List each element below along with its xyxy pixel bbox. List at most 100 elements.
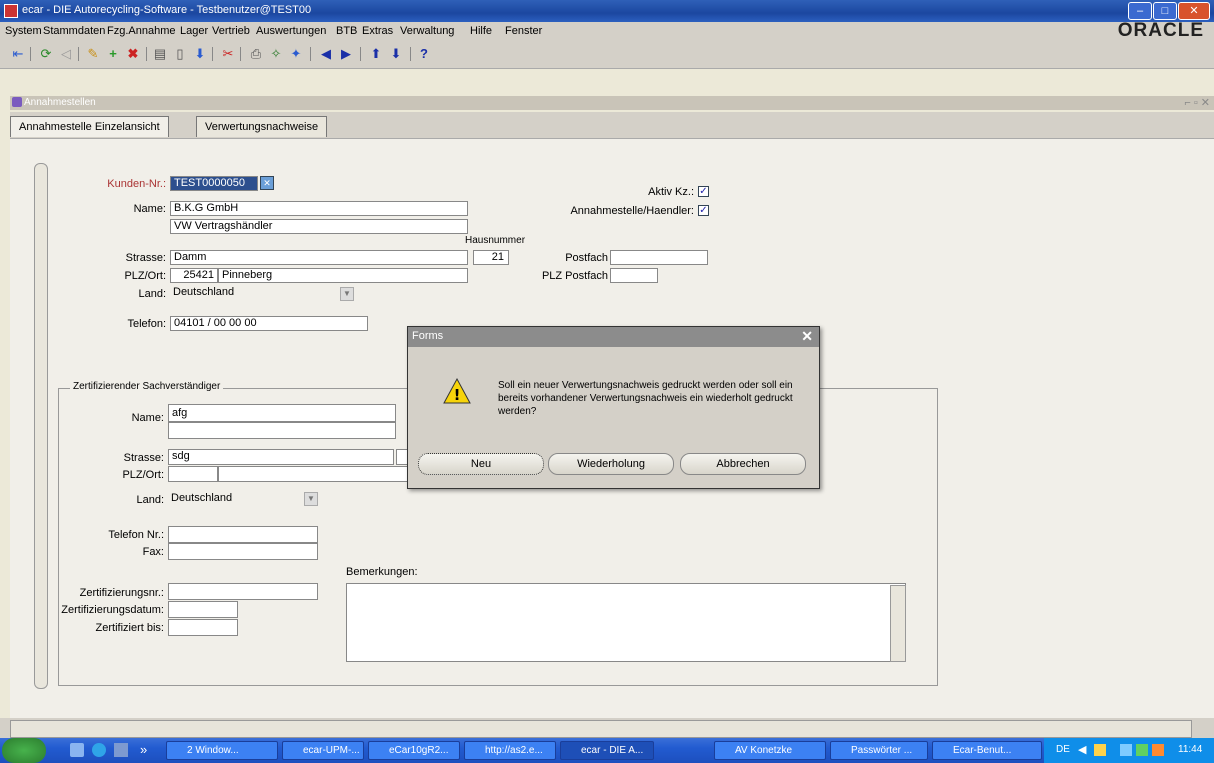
tray-security-icon[interactable] — [1136, 744, 1148, 756]
zert-telefon-field[interactable] — [168, 526, 318, 543]
menu-fenster[interactable]: Fenster — [505, 25, 542, 37]
tray-network-icon[interactable] — [1120, 744, 1132, 756]
refresh-icon[interactable]: ⟳ — [38, 46, 54, 62]
show-desktop-icon[interactable] — [70, 743, 84, 757]
zert-ort-field[interactable] — [218, 466, 408, 482]
prev-icon[interactable]: ◀ — [318, 46, 334, 62]
dialog-titlebar[interactable]: Forms ✕ — [408, 327, 819, 347]
zert-plz-ort-label: PLZ/Ort: — [122, 469, 164, 481]
tray-expand-icon[interactable]: ◀ — [1078, 743, 1086, 756]
lookup-icon[interactable]: ✕ — [260, 176, 274, 190]
zert-plz-field[interactable] — [168, 466, 218, 482]
tab-verwertungsnachweise[interactable]: Verwertungsnachweise — [196, 116, 328, 137]
print-icon[interactable]: ▤ — [152, 46, 168, 62]
edit-icon[interactable]: ✎ — [85, 46, 101, 62]
down-icon[interactable]: ⬇ — [192, 46, 208, 62]
dialog-close-icon[interactable]: ✕ — [801, 328, 813, 345]
language-indicator[interactable]: DE — [1056, 744, 1070, 755]
task-item[interactable]: eCar10gR2... — [368, 741, 460, 760]
toolbar: ⇤ ⟳ ◁ ✎ + ✖ ▤ ▯ ⬇ ✂ ⎙ ✧ ✦ ◀ ▶ ⬆ ⬇ ? — [0, 42, 1214, 69]
list-icon[interactable]: ▯ — [172, 46, 188, 62]
hausnummer-label: Hausnummer — [465, 235, 526, 246]
minimize-button[interactable]: – — [1128, 2, 1152, 20]
abbrechen-button[interactable]: Abbrechen — [680, 453, 806, 475]
delete-icon[interactable]: ✖ — [125, 46, 141, 62]
maximize-button[interactable]: □ — [1153, 2, 1177, 20]
clock[interactable]: 11:44 — [1178, 744, 1202, 755]
kunden-nr-field[interactable]: TEST0000050 — [170, 176, 258, 191]
wiederholung-button[interactable]: Wiederholung — [548, 453, 674, 475]
annahmestelle-checkbox[interactable]: ✓ — [698, 205, 709, 216]
zert-land-dropdown-arrow-icon[interactable]: ▼ — [304, 492, 318, 506]
tray-volume-icon[interactable] — [1152, 744, 1164, 756]
toolbar-separator — [78, 47, 79, 61]
menu-vertrieb[interactable]: Vertrieb — [212, 25, 250, 37]
task-item[interactable]: http://as2.e... — [464, 741, 556, 760]
menu-hilfe[interactable]: Hilfe — [470, 25, 492, 37]
task-item[interactable]: Passwörter ... — [830, 741, 928, 760]
add-icon[interactable]: + — [105, 46, 121, 62]
menu-stammdaten[interactable]: Stammdaten — [43, 25, 105, 37]
wand-icon[interactable]: ✦ — [288, 46, 304, 62]
postfach-field[interactable] — [610, 250, 708, 265]
ie-quicklaunch-icon[interactable] — [92, 743, 106, 757]
zertifizierungsnr-field[interactable] — [168, 583, 318, 600]
print2-icon[interactable]: ⎙ — [248, 46, 264, 62]
down2-icon[interactable]: ⬇ — [388, 46, 404, 62]
task-item[interactable]: AV Konetzke — [714, 741, 826, 760]
back-icon[interactable]: ◁ — [58, 46, 74, 62]
zertifiziert-bis-label: Zertifiziert bis: — [95, 622, 164, 634]
land-dropdown-arrow-icon[interactable]: ▼ — [340, 287, 354, 301]
tray-app-icon[interactable] — [1094, 744, 1106, 756]
zertifiziert-bis-field[interactable] — [168, 619, 238, 636]
menu-system[interactable]: System — [5, 25, 42, 37]
task-item[interactable]: Ecar-Benut... — [932, 741, 1042, 760]
inner-window-titlebar[interactable]: Annahmestellen ⌐ ▫ ✕ — [10, 96, 1214, 110]
inner-window-controls-icon[interactable]: ⌐ ▫ ✕ — [1184, 96, 1210, 109]
start-button[interactable] — [2, 738, 46, 763]
plz-postfach-field[interactable] — [610, 268, 658, 283]
taskbar: » 2 Window... ecar-UPM-... eCar10gR2... … — [0, 738, 1214, 763]
name-field-1[interactable]: B.K.G GmbH — [170, 201, 468, 216]
bemerkungen-scrollbar[interactable] — [890, 585, 906, 662]
menu-verwaltung[interactable]: Verwaltung — [400, 25, 454, 37]
hausnummer-field[interactable]: 21 — [473, 250, 509, 265]
menu-btb[interactable]: BTB — [336, 25, 357, 37]
telefon-field[interactable]: 04101 / 00 00 00 — [170, 316, 368, 331]
task-item[interactable]: ecar - DIE A... — [560, 741, 654, 760]
first-record-icon[interactable]: ⇤ — [10, 46, 26, 62]
zert-name-field-1[interactable]: afg — [168, 404, 396, 422]
menu-lager[interactable]: Lager — [180, 25, 208, 37]
name-field-2[interactable]: VW Vertragshändler — [170, 219, 468, 234]
insert-icon[interactable]: ✂ — [220, 46, 236, 62]
zert-strasse-field[interactable]: sdg — [168, 449, 394, 465]
plz-field[interactable]: 25421 — [170, 268, 218, 283]
aktiv-kz-checkbox[interactable]: ✓ — [698, 186, 709, 197]
tools-icon[interactable]: ✧ — [268, 46, 284, 62]
zert-land-select[interactable]: Deutschland — [168, 492, 304, 507]
strasse-field[interactable]: Damm — [170, 250, 468, 265]
up-icon[interactable]: ⬆ — [368, 46, 384, 62]
land-select[interactable]: Deutschland — [170, 286, 340, 301]
close-button[interactable]: ✕ — [1178, 2, 1210, 20]
zertifizierungsdatum-field[interactable] — [168, 601, 238, 618]
neu-button[interactable]: Neu — [418, 453, 544, 475]
zertifizierer-group-label: Zertifizierender Sachverständiger — [70, 381, 224, 392]
task-item[interactable]: 2 Window... — [166, 741, 278, 760]
menu-extras[interactable]: Extras — [362, 25, 393, 37]
tab-einzelansicht[interactable]: Annahmestelle Einzelansicht — [10, 116, 169, 137]
bemerkungen-textarea[interactable] — [346, 583, 906, 662]
task-item[interactable]: ecar-UPM-... — [282, 741, 364, 760]
zert-name-field-2[interactable] — [168, 422, 396, 439]
window-titlebar[interactable]: ecar - DIE Autorecycling-Software - Test… — [0, 0, 1214, 22]
quicklaunch-chevron-icon[interactable]: » — [140, 742, 147, 757]
menubar: System Stammdaten Fzg.Annahme Lager Vert… — [0, 22, 1214, 43]
zert-fax-label: Fax: — [142, 546, 164, 558]
menu-auswertungen[interactable]: Auswertungen — [256, 25, 326, 37]
help-icon[interactable]: ? — [416, 46, 432, 62]
switch-windows-icon[interactable] — [114, 743, 128, 757]
menu-fzg-annahme[interactable]: Fzg.Annahme — [107, 25, 175, 37]
zert-fax-field[interactable] — [168, 543, 318, 560]
ort-field[interactable]: Pinneberg — [218, 268, 468, 283]
next-icon[interactable]: ▶ — [338, 46, 354, 62]
